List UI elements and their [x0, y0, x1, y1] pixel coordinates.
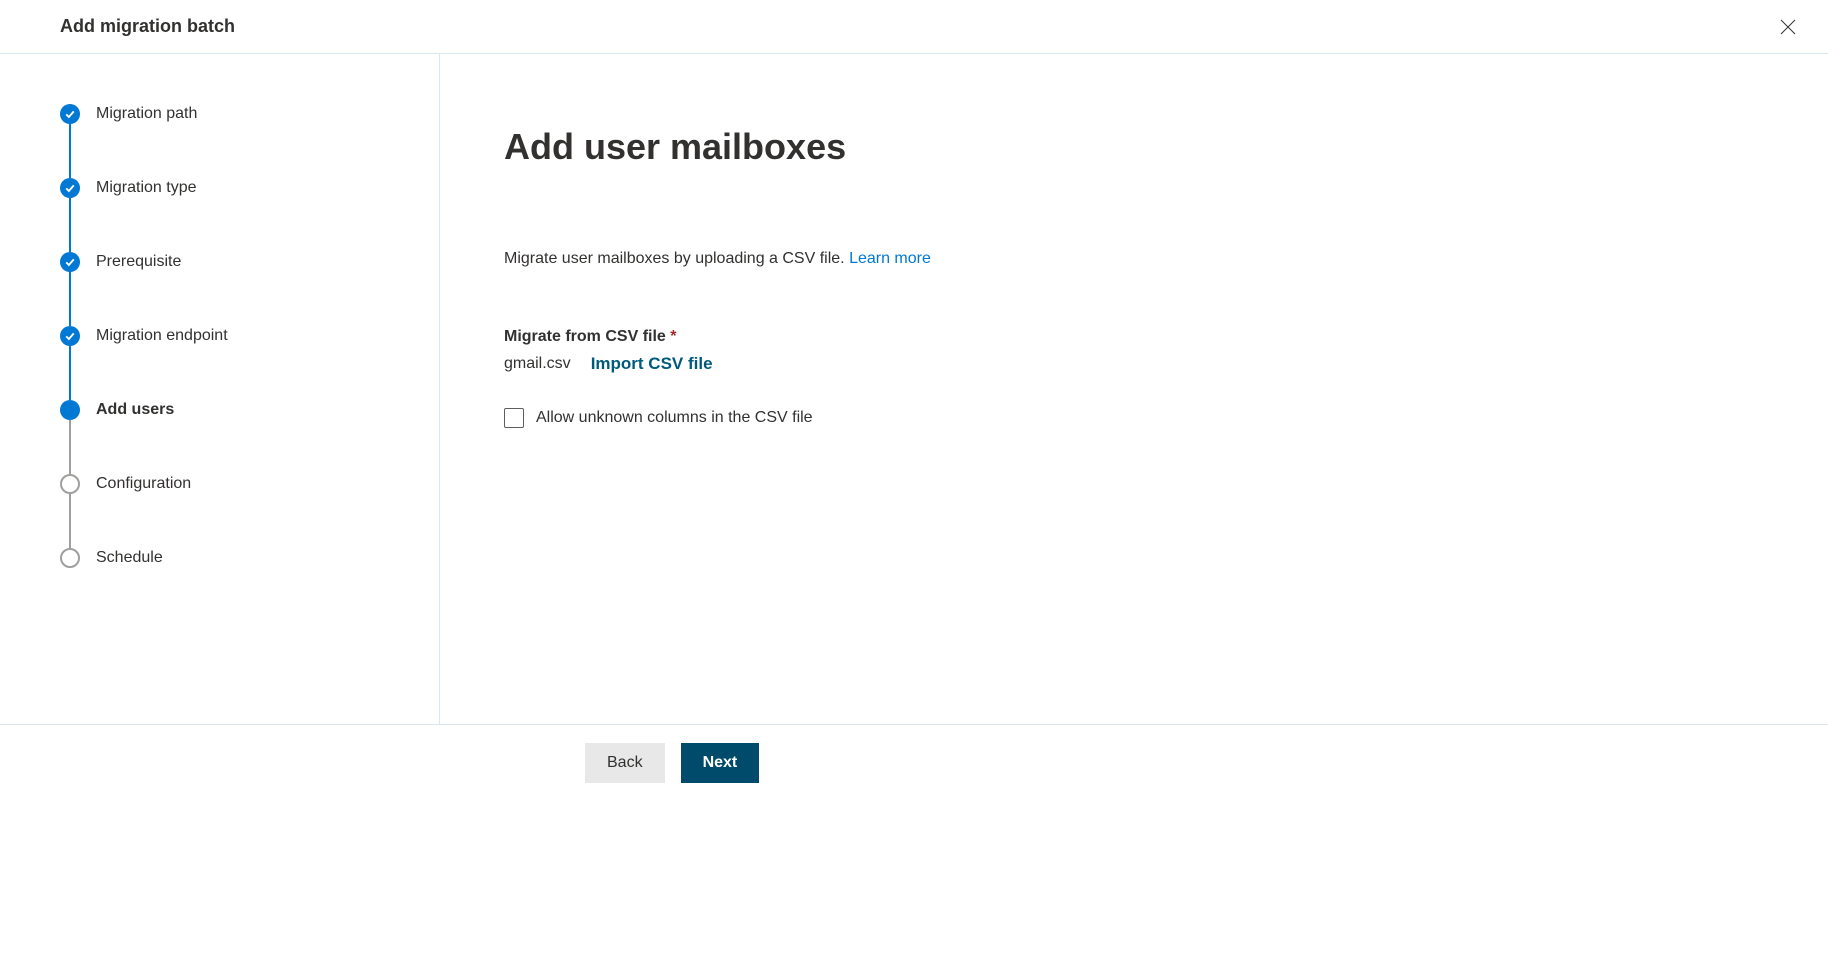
page-description: Migrate user mailboxes by uploading a CS…: [504, 250, 1828, 268]
step-indicator-completed: [60, 252, 80, 272]
next-button[interactable]: Next: [681, 743, 760, 783]
step-label: Migration path: [96, 105, 197, 123]
checkmark-icon: [64, 256, 76, 268]
step-indicator-completed: [60, 178, 80, 198]
csv-field-label: Migrate from CSV file *: [504, 328, 1828, 346]
close-button[interactable]: [1772, 11, 1804, 43]
step-migration-path[interactable]: Migration path: [60, 104, 439, 124]
import-csv-button[interactable]: Import CSV file: [591, 354, 713, 374]
wizard-header: Add migration batch: [0, 0, 1828, 54]
allow-unknown-columns-label: Allow unknown columns in the CSV file: [536, 409, 813, 427]
step-indicator-upcoming: [60, 474, 80, 494]
wizard-step-sidebar: Migration path Migration type Pr: [0, 54, 440, 724]
wizard-main-panel: Add user mailboxes Migrate user mailboxe…: [440, 54, 1828, 724]
step-add-users[interactable]: Add users: [60, 400, 439, 420]
step-label: Configuration: [96, 475, 191, 493]
step-indicator-completed: [60, 104, 80, 124]
step-label: Migration endpoint: [96, 327, 228, 345]
step-configuration[interactable]: Configuration: [60, 474, 439, 494]
step-schedule[interactable]: Schedule: [60, 548, 439, 568]
wizard-footer: Back Next: [0, 724, 1828, 960]
selected-file-name: gmail.csv: [504, 355, 571, 373]
step-prerequisite[interactable]: Prerequisite: [60, 252, 439, 272]
step-label: Add users: [96, 401, 174, 419]
checkmark-icon: [64, 182, 76, 194]
step-indicator-current: [60, 400, 80, 420]
back-button[interactable]: Back: [585, 743, 665, 783]
required-asterisk: *: [670, 328, 676, 345]
checkmark-icon: [64, 108, 76, 120]
step-label: Migration type: [96, 179, 197, 197]
step-indicator-completed: [60, 326, 80, 346]
wizard-title: Add migration batch: [60, 16, 235, 37]
step-label: Prerequisite: [96, 253, 181, 271]
step-migration-type[interactable]: Migration type: [60, 178, 439, 198]
step-label: Schedule: [96, 549, 163, 567]
allow-unknown-columns-checkbox[interactable]: [504, 408, 524, 428]
checkmark-icon: [64, 330, 76, 342]
step-indicator-upcoming: [60, 548, 80, 568]
page-title: Add user mailboxes: [504, 126, 1828, 168]
learn-more-link[interactable]: Learn more: [849, 250, 931, 267]
step-migration-endpoint[interactable]: Migration endpoint: [60, 326, 439, 346]
close-icon: [1780, 19, 1796, 35]
